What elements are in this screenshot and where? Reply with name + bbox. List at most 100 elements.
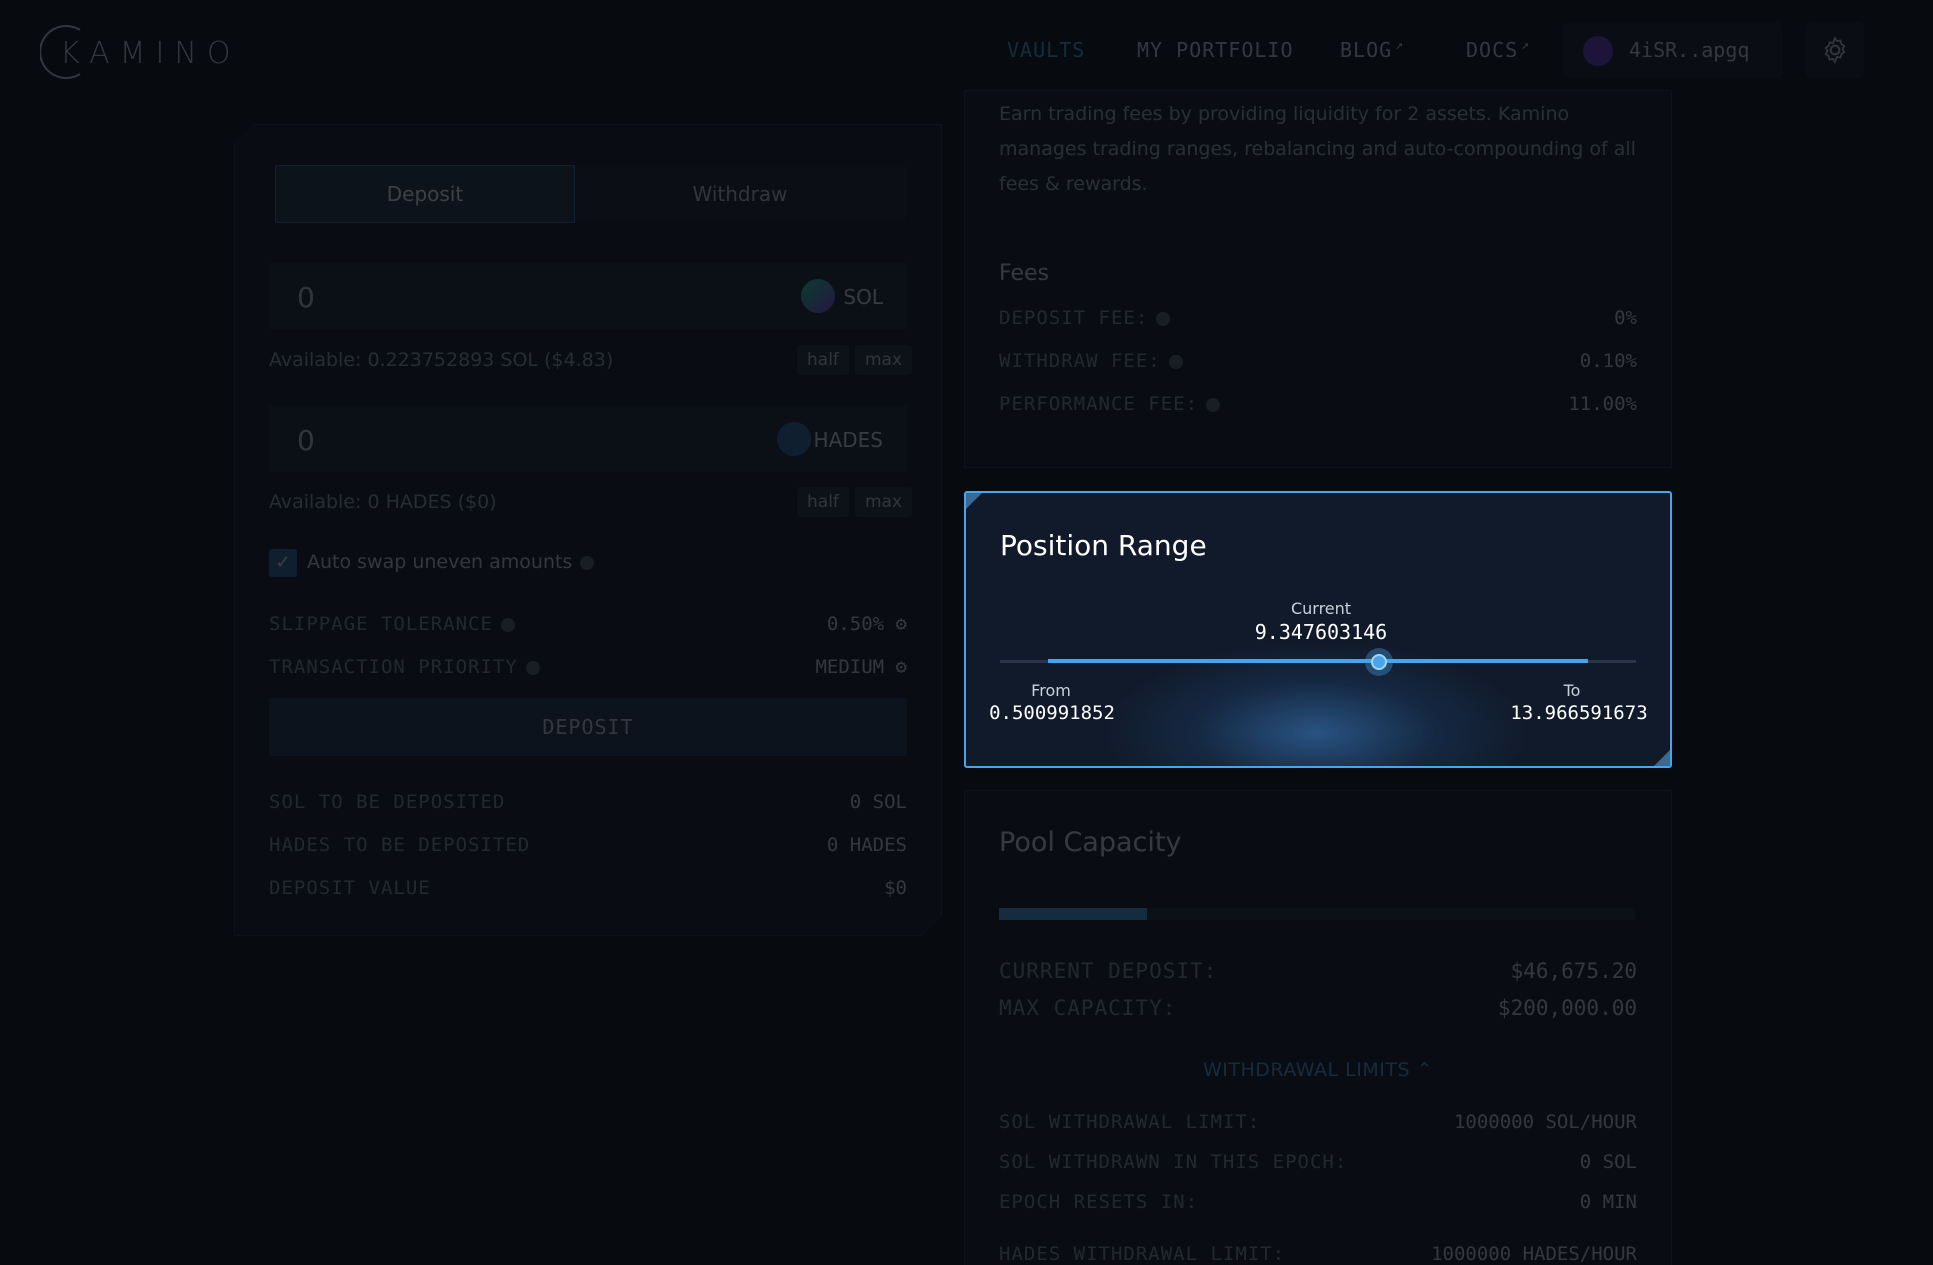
nav-vaults-label: VAULTS <box>1007 38 1086 62</box>
gear-icon <box>1824 36 1846 64</box>
corner-accent <box>1654 750 1670 766</box>
chevron-up-icon: ⌃ <box>1416 1059 1433 1081</box>
slippage-label: SLIPPAGE TOLERANCE <box>269 613 493 635</box>
range-from-value: 0.500991852 <box>989 702 1115 724</box>
priority-value: MEDIUM <box>815 656 885 678</box>
info-icon[interactable] <box>501 618 515 632</box>
auto-swap-row: Auto swap uneven amounts <box>307 551 594 573</box>
vault-info-panel: Earn trading fees by providing liquidity… <box>964 90 1672 468</box>
hades-available: Available: 0 HADES ($0) <box>269 491 497 513</box>
withdrawal-limits-toggle[interactable]: WITHDRAWAL LIMITS ⌃ <box>965 1059 1671 1081</box>
capacity-progress-fill <box>999 908 1148 920</box>
sol-token-label: SOL <box>843 285 883 309</box>
limit-label: HADES WITHDRAWAL LIMIT: <box>999 1243 1286 1265</box>
sol-token-icon <box>801 279 835 313</box>
fees-title: Fees <box>999 261 1049 286</box>
gear-icon: ⚙ <box>895 656 907 678</box>
slippage-value: 0.50% <box>826 613 885 635</box>
info-icon[interactable] <box>1168 354 1183 369</box>
tab-deposit[interactable]: Deposit <box>275 165 575 223</box>
deposit-button[interactable]: DEPOSIT <box>269 698 907 756</box>
nav-blog[interactable]: BLOG ↗ <box>1340 38 1404 62</box>
capacity-progress-bar <box>999 908 1635 920</box>
nav-my-portfolio[interactable]: MY PORTFOLIO <box>1137 38 1294 62</box>
tab-withdraw[interactable]: Withdraw <box>575 165 905 223</box>
range-active-segment <box>1048 659 1588 663</box>
summary-value: 0 SOL <box>849 791 907 813</box>
limit-label: SOL WITHDRAWN IN THIS EPOCH: <box>999 1151 1348 1173</box>
nav-blog-label: BLOG <box>1340 38 1393 62</box>
fee-label: WITHDRAW FEE: <box>999 350 1161 372</box>
position-range-card: Position Range Current 9.347603146 From … <box>964 491 1672 768</box>
hades-amount-value[interactable]: 0 <box>297 424 315 457</box>
corner-accent <box>966 493 982 509</box>
sol-amount-value[interactable]: 0 <box>297 281 315 314</box>
hades-amount-field[interactable]: 0 HADES <box>269 406 907 472</box>
current-price-label: Current <box>1290 599 1352 618</box>
info-icon[interactable] <box>1206 397 1221 412</box>
capacity-label: CURRENT DEPOSIT: <box>999 959 1218 983</box>
priority-setting[interactable]: MEDIUM ⚙ <box>815 656 907 678</box>
fee-value: 0.10% <box>1579 350 1637 372</box>
limit-label: EPOCH RESETS IN: <box>999 1191 1199 1213</box>
auto-swap-label: Auto swap uneven amounts <box>307 551 573 573</box>
sol-available: Available: 0.223752893 SOL ($4.83) <box>269 349 614 371</box>
gear-icon: ⚙ <box>895 613 907 635</box>
top-navigation: KAMINO VAULTS MY PORTFOLIO BLOG ↗ DOCS ↗ 4… <box>0 0 1933 100</box>
settings-button[interactable] <box>1806 22 1864 78</box>
summary-label: HADES TO BE DEPOSITED <box>269 834 531 856</box>
summary-value: 0 HADES <box>826 834 907 856</box>
summary-value: $0 <box>884 877 907 899</box>
hades-token-icon <box>777 422 811 456</box>
fee-row: DEPOSIT FEE: <box>999 307 1171 329</box>
hades-half-button[interactable]: half <box>797 487 849 517</box>
wallet-button[interactable]: 4iSR..apgq <box>1563 22 1783 78</box>
position-range-title: Position Range <box>1000 529 1207 562</box>
hades-max-button[interactable]: max <box>855 487 912 517</box>
fee-row: WITHDRAW FEE: <box>999 350 1183 372</box>
nav-docs-label: DOCS <box>1466 38 1519 62</box>
priority-row: TRANSACTION PRIORITY <box>269 656 540 678</box>
fee-label: PERFORMANCE FEE: <box>999 393 1199 415</box>
vault-description: Earn trading fees by providing liquidity… <box>999 103 1636 195</box>
info-icon[interactable] <box>526 661 540 675</box>
external-link-icon: ↗ <box>1395 38 1404 54</box>
checkmark-icon: ✓ <box>275 552 291 573</box>
sol-half-button[interactable]: half <box>797 345 849 375</box>
range-to-label: To <box>1563 681 1581 700</box>
summary-label: SOL TO BE DEPOSITED <box>269 791 506 813</box>
pool-capacity-panel: Pool Capacity CURRENT DEPOSIT: $46,675.2… <box>964 790 1672 1265</box>
kamino-logo[interactable]: KAMINO <box>40 22 240 82</box>
auto-swap-checkbox[interactable]: ✓ <box>269 549 297 577</box>
pool-capacity-title: Pool Capacity <box>999 827 1182 858</box>
limit-value: 0 SOL <box>1579 1151 1637 1173</box>
capacity-value: $200,000.00 <box>1497 996 1637 1020</box>
sol-max-button[interactable]: max <box>855 345 912 375</box>
fee-label: DEPOSIT FEE: <box>999 307 1149 329</box>
sol-amount-field[interactable]: 0 SOL <box>269 263 907 329</box>
wallet-address: 4iSR..apgq <box>1629 38 1750 62</box>
info-icon[interactable] <box>1156 311 1171 326</box>
slippage-row: SLIPPAGE TOLERANCE <box>269 613 515 635</box>
external-link-icon: ↗ <box>1521 38 1530 54</box>
fee-row: PERFORMANCE FEE: <box>999 393 1221 415</box>
deposit-panel: Deposit Withdraw 0 SOL Available: 0.2237… <box>234 124 942 936</box>
slippage-setting[interactable]: 0.50% ⚙ <box>827 613 907 635</box>
limit-value: 1000000 SOL/HOUR <box>1453 1111 1637 1133</box>
fee-value: 11.00% <box>1568 393 1637 415</box>
capacity-label: MAX CAPACITY: <box>999 996 1177 1020</box>
limit-value: 1000000 HADES/HOUR <box>1431 1243 1637 1265</box>
info-icon[interactable] <box>580 556 594 570</box>
logo-text: KAMINO <box>60 36 241 71</box>
deposit-withdraw-tabs: Deposit Withdraw <box>275 165 905 223</box>
limit-label: SOL WITHDRAWAL LIMIT: <box>999 1111 1261 1133</box>
range-from-label: From <box>1031 681 1071 700</box>
avatar <box>1583 36 1613 66</box>
hades-token-label: HADES <box>813 428 883 452</box>
current-price-marker <box>1371 654 1387 670</box>
capacity-value: $46,675.20 <box>1510 959 1637 983</box>
nav-vaults[interactable]: VAULTS <box>1007 38 1085 62</box>
range-to-value: 13.966591673 <box>1510 702 1648 724</box>
current-price-value: 9.347603146 <box>1254 620 1388 644</box>
nav-docs[interactable]: DOCS ↗ <box>1466 38 1530 62</box>
